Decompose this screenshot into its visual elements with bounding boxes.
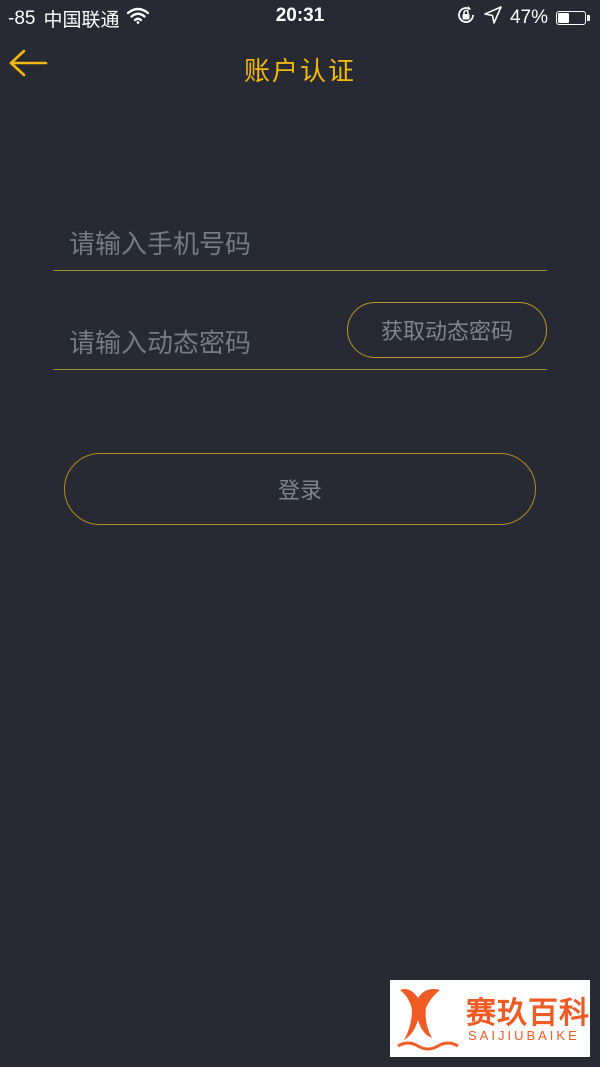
battery-level <box>558 13 569 23</box>
status-bar: -85 中国联通 20:31 47% <box>0 0 600 34</box>
watermark: 赛玖百科 SAIJIUBAIKE <box>390 980 590 1057</box>
battery-icon <box>556 11 590 25</box>
get-code-label: 获取动态密码 <box>380 320 513 345</box>
code-field: 获取动态密码 <box>53 300 547 370</box>
watermark-subtitle: SAIJIUBAIKE <box>468 1028 580 1043</box>
status-right: 47% <box>456 5 590 31</box>
get-code-button[interactable]: 获取动态密码 <box>347 302 547 358</box>
location-arrow-icon <box>484 6 502 30</box>
watermark-name: 赛玖百科 <box>466 996 590 1031</box>
page-title: 账户认证 <box>243 57 356 87</box>
code-input[interactable] <box>69 329 329 359</box>
watermark-logo-icon <box>396 984 462 1056</box>
orientation-lock-icon <box>456 5 476 31</box>
login-button[interactable]: 登录 <box>64 453 536 525</box>
phone-input[interactable] <box>69 230 329 260</box>
account-verification-screen: -85 中国联通 20:31 47% 账户认证 请输入手机号码 请输入动态密码 … <box>0 0 600 1067</box>
navigation-bar: 账户认证 <box>0 34 600 100</box>
login-label: 登录 <box>277 479 322 504</box>
phone-field <box>53 206 547 271</box>
battery-percent: 47% <box>509 7 548 28</box>
